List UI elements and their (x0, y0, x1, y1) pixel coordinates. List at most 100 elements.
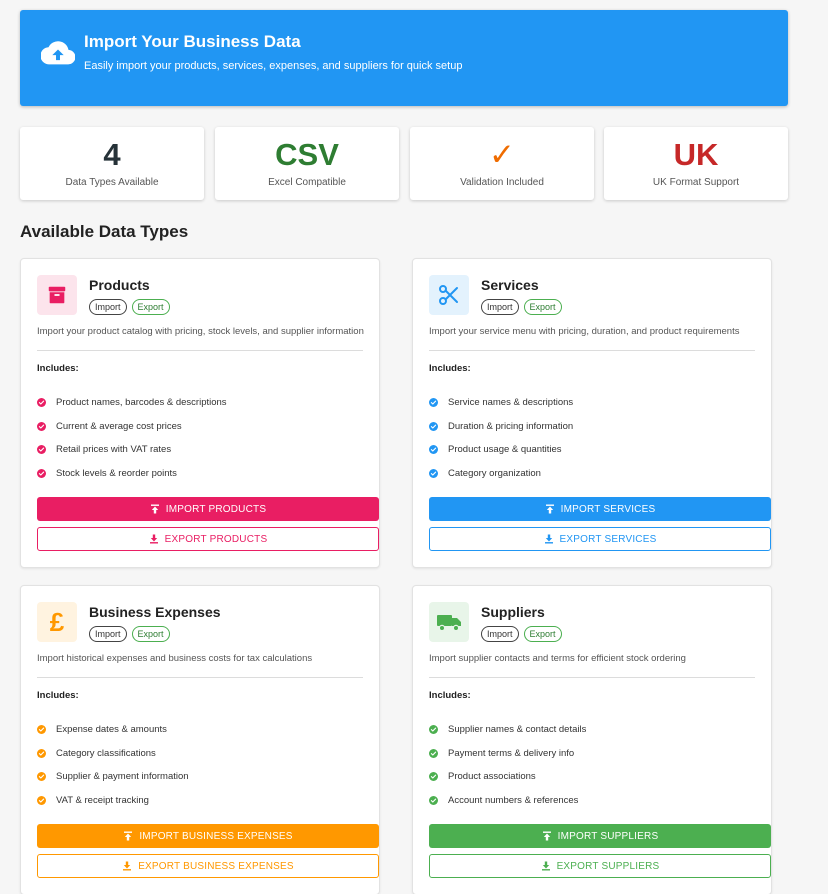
stat-label: Validation Included (460, 177, 544, 188)
export-chip: Export (131, 299, 170, 315)
stat-card-csv: CSV Excel Compatible (215, 127, 399, 200)
download-icon (544, 534, 553, 544)
check-circle-icon (429, 796, 438, 805)
format-chips: Import Export (89, 626, 170, 642)
feature-text: Retail prices with VAT rates (56, 444, 172, 455)
data-type-card-products: Products Import Export Import your product … (20, 258, 380, 568)
archive-box-icon (37, 275, 77, 315)
feature-text: Product usage & quantities (448, 444, 562, 455)
check-circle-icon (37, 445, 46, 454)
feature-text: Category organization (448, 468, 541, 479)
export-button[interactable]: EXPORT PRODUCTS (37, 527, 379, 551)
export-button[interactable]: EXPORT BUSINESS EXPENSES (37, 854, 379, 878)
feature-text: Product associations (448, 771, 536, 782)
feature-text: Account numbers & references (448, 795, 579, 806)
download-icon (149, 534, 158, 544)
upload-icon (150, 504, 159, 514)
export-chip: Export (131, 626, 170, 642)
format-chips: Import Export (481, 626, 562, 642)
import-button[interactable]: IMPORT SERVICES (429, 497, 771, 521)
card-title: Suppliers (481, 604, 545, 620)
truck-icon (429, 602, 469, 642)
pound-icon: £ (37, 602, 77, 642)
import-chip: Import (89, 626, 127, 642)
import-button[interactable]: IMPORT SUPPLIERS (429, 824, 771, 848)
card-description: Import your service menu with pricing, d… (429, 326, 740, 337)
feature-item: Payment terms & delivery info (429, 748, 574, 759)
import-button[interactable]: IMPORT BUSINESS EXPENSES (37, 824, 379, 848)
check-circle-icon (37, 398, 46, 407)
stat-value: 4 (103, 137, 121, 172)
feature-item: Category organization (429, 468, 541, 479)
feature-item: Account numbers & references (429, 795, 578, 806)
export-button[interactable]: EXPORT SUPPLIERS (429, 854, 771, 878)
stat-label: Data Types Available (65, 177, 159, 188)
card-title: Business Expenses (89, 604, 221, 620)
feature-item: Supplier names & contact details (429, 724, 586, 735)
feature-text: Stock levels & reorder points (56, 468, 177, 479)
includes-label: Includes: (429, 690, 471, 701)
upload-icon (545, 504, 554, 514)
feature-item: Product usage & quantities (429, 444, 562, 455)
export-button-label: EXPORT PRODUCTS (164, 533, 268, 545)
export-chip: Export (523, 299, 562, 315)
divider (37, 677, 363, 678)
stat-card-uk: UK UK Format Support (604, 127, 788, 200)
import-button-label: IMPORT SUPPLIERS (557, 830, 659, 842)
feature-item: Product names, barcodes & descriptions (37, 397, 227, 408)
check-circle-icon (37, 772, 46, 781)
stat-card-data-types: 4 Data Types Available (20, 127, 204, 200)
feature-item: Duration & pricing information (429, 421, 573, 432)
feature-text: VAT & receipt tracking (56, 795, 149, 806)
divider (429, 677, 755, 678)
feature-text: Product names, barcodes & descriptions (56, 397, 227, 408)
stat-label: UK Format Support (652, 177, 740, 188)
export-chip: Export (523, 626, 562, 642)
card-description: Import your product catalog with pricing… (37, 326, 364, 337)
export-button-label: EXPORT SERVICES (559, 533, 657, 545)
feature-text: Supplier names & contact details (448, 724, 587, 735)
data-type-card-business-expenses: £ Business Expenses Import Export Import his… (20, 585, 380, 894)
import-button[interactable]: IMPORT PRODUCTS (37, 497, 379, 521)
divider (429, 350, 755, 351)
import-button-label: IMPORT PRODUCTS (165, 503, 267, 515)
check-circle-icon (37, 749, 46, 758)
page-subtitle: Easily import your products, services, e… (84, 60, 463, 72)
import-chip: Import (481, 626, 519, 642)
section-title: Available Data Types (20, 222, 189, 241)
check-circle-icon (429, 422, 438, 431)
data-type-card-services: Services Import Export Import your service … (412, 258, 772, 568)
feature-text: Supplier & payment information (56, 771, 189, 782)
check-circle-icon (37, 796, 46, 805)
import-chip: Import (481, 299, 519, 315)
feature-text: Category classifications (56, 748, 156, 759)
feature-text: Duration & pricing information (448, 421, 574, 432)
scissors-icon (429, 275, 469, 315)
check-circle-icon (429, 772, 438, 781)
stats-row: 4 Data Types Available CSV Excel Compati… (20, 127, 788, 200)
import-chip: Import (89, 299, 127, 315)
card-description: Import supplier contacts and terms for e… (429, 653, 686, 664)
feature-item: Category classifications (37, 748, 156, 759)
stat-value: CSV (275, 137, 339, 172)
export-button[interactable]: EXPORT SERVICES (429, 527, 771, 551)
export-button-label: EXPORT SUPPLIERS (556, 860, 660, 872)
data-type-card-suppliers: Suppliers Import Export Import supplier con… (412, 585, 772, 894)
includes-label: Includes: (37, 690, 79, 701)
stat-value: UK (673, 137, 719, 172)
includes-label: Includes: (429, 363, 471, 374)
check-circle-icon (429, 445, 438, 454)
feature-item: Stock levels & reorder points (37, 468, 177, 479)
feature-item: Supplier & payment information (37, 771, 189, 782)
feature-text: Expense dates & amounts (56, 724, 167, 735)
feature-item: Product associations (429, 771, 536, 782)
check-circle-icon (429, 749, 438, 758)
format-chips: Import Export (89, 299, 170, 315)
feature-item: Current & average cost prices (37, 421, 182, 432)
feature-text: Payment terms & delivery info (448, 748, 575, 759)
card-description: Import historical expenses and business … (37, 653, 313, 664)
feature-text: Current & average cost prices (56, 421, 182, 432)
import-button-label: IMPORT BUSINESS EXPENSES (139, 830, 293, 842)
page: Import Your Business Data Easily import … (20, 10, 788, 894)
stat-card-validation: ✓ Validation Included (410, 127, 594, 200)
